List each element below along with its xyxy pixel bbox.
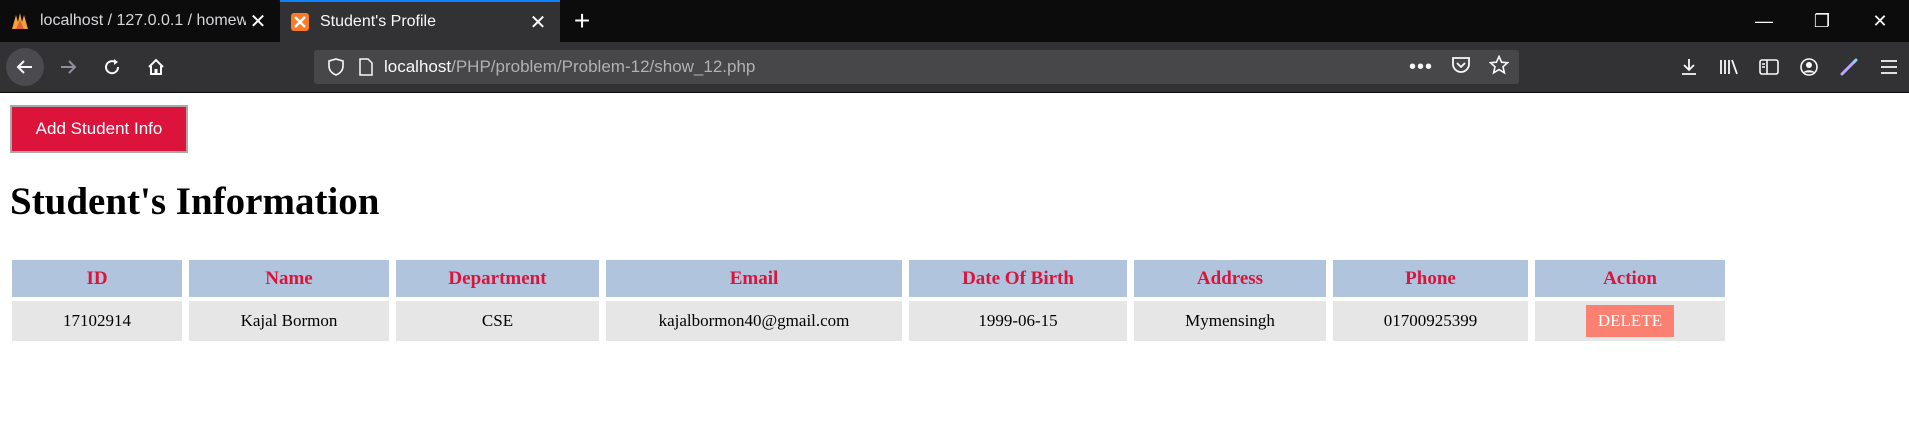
table-header-row: ID Name Department Email Date Of Birth A… <box>12 260 1725 297</box>
phpmyadmin-icon <box>10 11 30 31</box>
cell-name: Kajal Bormon <box>189 301 389 341</box>
sidebar-icon[interactable] <box>1749 47 1789 87</box>
close-tab-icon[interactable]: ✕ <box>526 10 550 34</box>
tab-title: Student's Profile <box>320 13 437 30</box>
tab-phpmyadmin[interactable]: localhost / 127.0.0.1 / homewo ✕ <box>0 0 280 42</box>
column-header-dob: Date Of Birth <box>909 260 1127 297</box>
account-icon[interactable] <box>1789 47 1829 87</box>
url-bar[interactable]: localhost/PHP/problem/Problem-12/show_12… <box>314 50 1519 84</box>
column-header-address: Address <box>1134 260 1326 297</box>
column-header-department: Department <box>396 260 599 297</box>
cell-id: 17102914 <box>12 301 182 341</box>
column-header-action: Action <box>1535 260 1725 297</box>
url-path: /PHP/problem/Problem-12/show_12.php <box>451 57 756 76</box>
tab-students-profile[interactable]: Student's Profile ✕ <box>280 0 560 42</box>
minimize-icon[interactable]: — <box>1735 0 1793 42</box>
cell-action: DELETE <box>1535 301 1725 341</box>
toolbar-right <box>1669 42 1909 92</box>
close-tab-icon[interactable]: ✕ <box>246 9 270 33</box>
cell-department: CSE <box>396 301 599 341</box>
cell-dob: 1999-06-15 <box>909 301 1127 341</box>
pocket-icon[interactable] <box>1451 56 1471 79</box>
extension-icon[interactable] <box>1829 47 1869 87</box>
tab-strip: localhost / 127.0.0.1 / homewo ✕ Student… <box>0 0 1909 42</box>
close-window-icon[interactable]: ✕ <box>1851 0 1909 42</box>
page-icon[interactable] <box>354 58 378 76</box>
menu-icon[interactable] <box>1869 47 1909 87</box>
restore-icon[interactable]: ❐ <box>1793 0 1851 42</box>
bookmark-star-icon[interactable] <box>1488 54 1510 80</box>
add-student-button[interactable]: Add Student Info <box>10 105 188 153</box>
page-heading: Student's Information <box>10 180 380 223</box>
navigation-bar: localhost/PHP/problem/Problem-12/show_12… <box>0 42 1909 93</box>
forward-button[interactable] <box>48 47 88 87</box>
url-text[interactable]: localhost/PHP/problem/Problem-12/show_12… <box>384 57 1409 77</box>
cell-email: kajalbormon40@gmail.com <box>606 301 902 341</box>
column-header-email: Email <box>606 260 902 297</box>
back-button[interactable] <box>6 48 44 86</box>
page-actions-icon[interactable]: ••• <box>1409 56 1433 79</box>
reload-button[interactable] <box>92 47 132 87</box>
cell-address: Mymensingh <box>1134 301 1326 341</box>
delete-button[interactable]: DELETE <box>1585 305 1675 337</box>
download-icon[interactable] <box>1669 47 1709 87</box>
shield-icon[interactable] <box>324 58 348 76</box>
cell-phone: 01700925399 <box>1333 301 1528 341</box>
column-header-name: Name <box>189 260 389 297</box>
library-icon[interactable] <box>1709 47 1749 87</box>
window-controls: — ❐ ✕ <box>1735 0 1909 42</box>
url-host: localhost <box>384 57 452 76</box>
home-button[interactable] <box>136 47 176 87</box>
tab-title: localhost / 127.0.0.1 / homewo <box>40 12 246 29</box>
students-table: ID Name Department Email Date Of Birth A… <box>5 256 1732 345</box>
column-header-id: ID <box>12 260 182 297</box>
table-row: 17102914 Kajal Bormon CSE kajalbormon40@… <box>12 301 1725 341</box>
column-header-phone: Phone <box>1333 260 1528 297</box>
new-tab-button[interactable]: + <box>560 0 604 42</box>
xampp-icon <box>290 12 310 32</box>
